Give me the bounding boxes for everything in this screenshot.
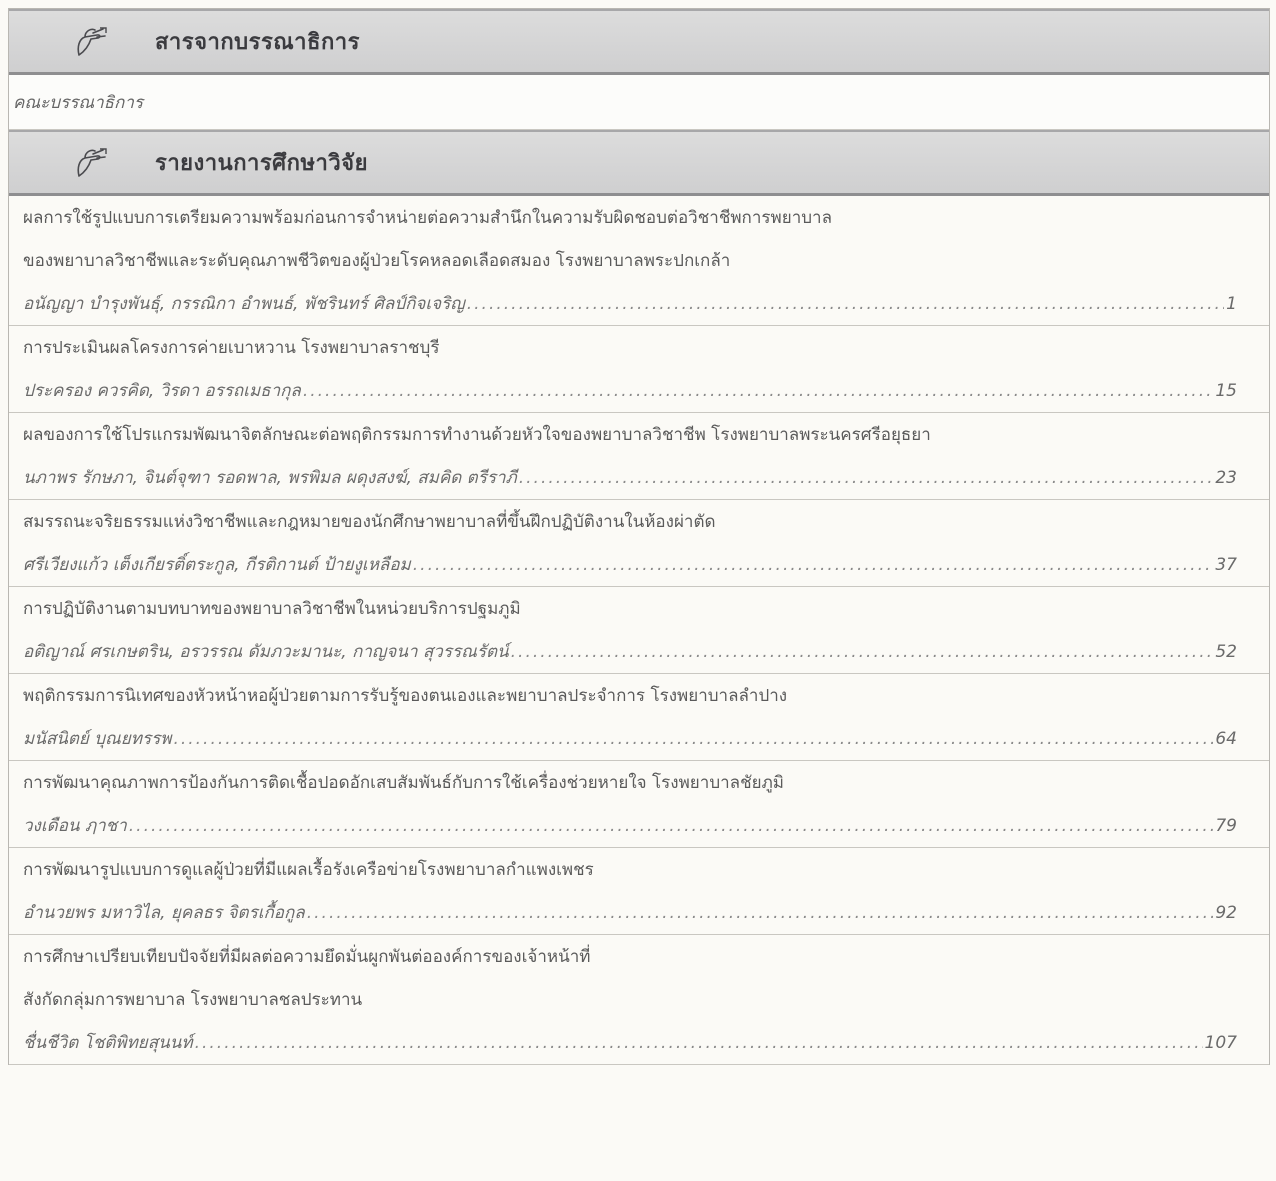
dot-leader bbox=[467, 294, 1224, 314]
entry-authors: ชื่นชีวิต โชติพิทยสุนนท์ bbox=[23, 1033, 193, 1053]
entry-authors: ประครอง ควรคิด, วิรดา อรรถเมธากุล bbox=[23, 381, 301, 401]
dot-leader bbox=[413, 555, 1214, 575]
entry-page-number: 79 bbox=[1215, 815, 1237, 836]
research-section-title: รายงานการศึกษาวิจัย bbox=[155, 150, 368, 176]
research-entry-list: ผลการใช้รูปแบบการเตรียมความพร้อมก่อนการจ… bbox=[9, 196, 1269, 1065]
entry-authors: นภาพร รักษภา, จินต์จุฑา รอดพาล, พรพิมล ผ… bbox=[23, 468, 517, 488]
dot-leader bbox=[307, 903, 1214, 923]
contents-frame: สารจากบรรณาธิการ คณะบรรณาธิการ รายงานการ… bbox=[8, 8, 1270, 1065]
entry-author-line: อำนวยพร มหาวิไล, ยุคลธร จิตรเกื้อกูล 92 bbox=[23, 891, 1237, 934]
entry-title-line: การศึกษาเปรียบเทียบปัจจัยที่มีผลต่อความย… bbox=[23, 947, 591, 967]
entry-title-line: การประเมินผลโครงการค่ายเบาหวาน โรงพยาบาล… bbox=[23, 338, 440, 358]
entry-page-number: 37 bbox=[1215, 554, 1237, 575]
entry-title-line: พฤติกรรมการนิเทศของหัวหน้าหอผู้ป่วยตามกา… bbox=[23, 686, 788, 706]
editorial-section-header: สารจากบรรณาธิการ bbox=[9, 9, 1269, 75]
contents-entry[interactable]: พฤติกรรมการนิเทศของหัวหน้าหอผู้ป่วยตามกา… bbox=[9, 674, 1269, 761]
entry-author-line: นภาพร รักษภา, จินต์จุฑา รอดพาล, พรพิมล ผ… bbox=[23, 456, 1237, 499]
editorial-section-title: สารจากบรรณาธิการ bbox=[155, 29, 360, 55]
entry-author-line: อนัญญา บำรุงพันธุ์, กรรณิกา อำพนธ์, พัชร… bbox=[23, 282, 1237, 325]
contents-entry[interactable]: การพัฒนารูปแบบการดูแลผู้ป่วยที่มีแผลเรื้… bbox=[9, 848, 1269, 935]
table-of-contents-page: สารจากบรรณาธิการ คณะบรรณาธิการ รายงานการ… bbox=[0, 0, 1276, 1181]
entry-authors: วงเดือน ฦาชา bbox=[23, 816, 127, 836]
dot-leader bbox=[129, 816, 1214, 836]
entry-authors: ศรีเวียงแก้ว เต็งเกียรติ์ตระกูล, กีรติกา… bbox=[23, 555, 411, 575]
entry-page-number: 107 bbox=[1204, 1032, 1237, 1053]
contents-entry[interactable]: การพัฒนาคุณภาพการป้องกันการติดเชื้อปอดอั… bbox=[9, 761, 1269, 848]
entry-authors: อนัญญา บำรุงพันธุ์, กรรณิกา อำพนธ์, พัชร… bbox=[23, 294, 465, 314]
pointing-hand-icon bbox=[71, 22, 111, 62]
entry-author-line: ชื่นชีวิต โชติพิทยสุนนท์ 107 bbox=[23, 1021, 1237, 1064]
pointing-hand-icon bbox=[71, 143, 111, 183]
entry-author-line: ศรีเวียงแก้ว เต็งเกียรติ์ตระกูล, กีรติกา… bbox=[23, 543, 1237, 586]
entry-title-line: การพัฒนาคุณภาพการป้องกันการติดเชื้อปอดอั… bbox=[23, 773, 784, 793]
entry-page-number: 15 bbox=[1215, 380, 1237, 401]
entry-page-number: 92 bbox=[1215, 902, 1237, 923]
contents-entry[interactable]: การประเมินผลโครงการค่ายเบาหวาน โรงพยาบาล… bbox=[9, 326, 1269, 413]
entry-author-line: มนัสนิตย์ บุณยทรรพ 64 bbox=[23, 717, 1237, 760]
entry-title-line: สังกัดกลุ่มการพยาบาล โรงพยาบาลชลประทาน bbox=[23, 990, 363, 1010]
contents-entry[interactable]: การปฏิบัติงานตามบทบาทของพยาบาลวิชาชีพในห… bbox=[9, 587, 1269, 674]
entry-author-line: วงเดือน ฦาชา 79 bbox=[23, 804, 1237, 847]
editorial-author: คณะบรรณาธิการ bbox=[13, 92, 143, 113]
entry-authors: อติญาณ์ ศรเกษตริน, อรวรรณ ดัมภวะมานะ, กา… bbox=[23, 642, 509, 662]
entry-title-line: การพัฒนารูปแบบการดูแลผู้ป่วยที่มีแผลเรื้… bbox=[23, 860, 594, 880]
dot-leader bbox=[195, 1033, 1203, 1053]
dot-leader bbox=[303, 381, 1214, 401]
dot-leader bbox=[511, 642, 1214, 662]
entry-title-line: การปฏิบัติงานตามบทบาทของพยาบาลวิชาชีพในห… bbox=[23, 599, 521, 619]
dot-leader bbox=[173, 729, 1213, 749]
contents-entry[interactable]: ผลของการใช้โปรแกรมพัฒนาจิตลักษณะต่อพฤติก… bbox=[9, 413, 1269, 500]
entry-title-line: ของพยาบาลวิชาชีพและระดับคุณภาพชีวิตของผู… bbox=[23, 251, 731, 271]
contents-entry[interactable]: ผลการใช้รูปแบบการเตรียมความพร้อมก่อนการจ… bbox=[9, 196, 1269, 326]
contents-entry[interactable]: การศึกษาเปรียบเทียบปัจจัยที่มีผลต่อความย… bbox=[9, 935, 1269, 1065]
entry-page-number: 23 bbox=[1215, 467, 1237, 488]
editorial-author-row: คณะบรรณาธิการ bbox=[9, 75, 1269, 130]
entry-authors: อำนวยพร มหาวิไล, ยุคลธร จิตรเกื้อกูล bbox=[23, 903, 305, 923]
entry-title-line: สมรรถนะจริยธรรมแห่งวิชาชีพและกฎหมายของนั… bbox=[23, 512, 716, 532]
entry-page-number: 64 bbox=[1215, 728, 1237, 749]
entry-page-number: 52 bbox=[1215, 641, 1237, 662]
dot-leader bbox=[519, 468, 1214, 488]
entry-title-line: ผลการใช้รูปแบบการเตรียมความพร้อมก่อนการจ… bbox=[23, 208, 832, 228]
contents-entry[interactable]: สมรรถนะจริยธรรมแห่งวิชาชีพและกฎหมายของนั… bbox=[9, 500, 1269, 587]
entry-title-line: ผลของการใช้โปรแกรมพัฒนาจิตลักษณะต่อพฤติก… bbox=[23, 425, 931, 445]
entry-author-line: ประครอง ควรคิด, วิรดา อรรถเมธากุล 15 bbox=[23, 369, 1237, 412]
research-section-header: รายงานการศึกษาวิจัย bbox=[9, 130, 1269, 196]
entry-authors: มนัสนิตย์ บุณยทรรพ bbox=[23, 729, 172, 749]
entry-author-line: อติญาณ์ ศรเกษตริน, อรวรรณ ดัมภวะมานะ, กา… bbox=[23, 630, 1237, 673]
entry-page-number: 1 bbox=[1226, 293, 1237, 314]
